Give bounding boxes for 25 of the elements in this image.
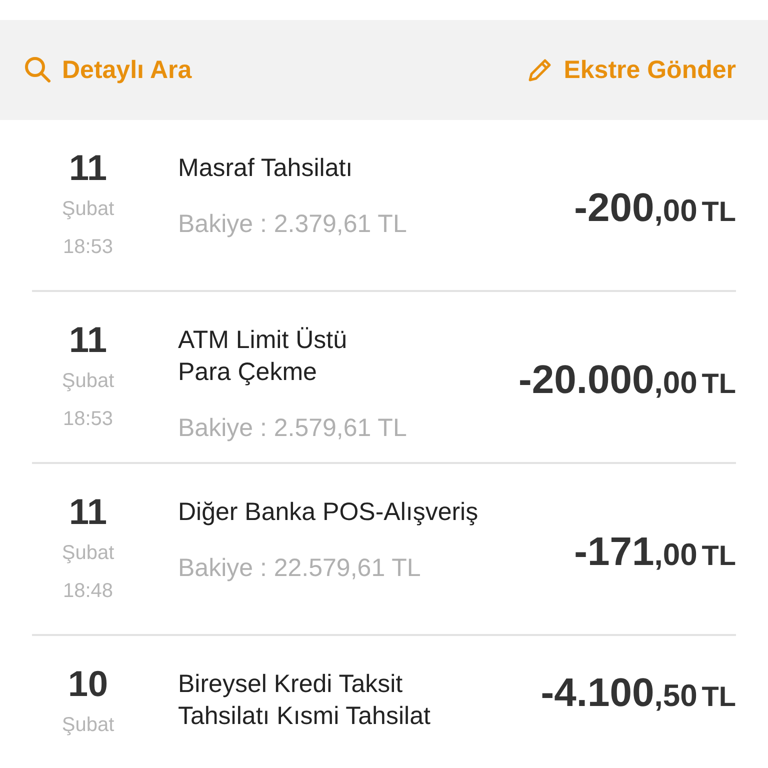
month: Şubat: [62, 541, 114, 566]
time: 18:53: [62, 235, 114, 260]
time: 18:53: [62, 407, 114, 432]
month: Şubat: [62, 369, 114, 394]
time: 18:48: [62, 579, 114, 604]
month: Şubat: [62, 197, 114, 222]
transaction-title: Diğer Banka POS-Alışveriş: [178, 497, 480, 528]
transaction-title: Bireysel Kredi Taksit Tahsilatı Kısmi Tahsilat: [178, 669, 432, 732]
amount: -200,00TL: [574, 186, 736, 230]
balance: Bakiye : 2.579,61 TL: [178, 413, 408, 444]
month: Şubat: [62, 713, 114, 738]
transaction-title: Masraf Tahsilatı: [178, 153, 354, 184]
day: 10: [68, 662, 108, 706]
balance: Bakiye : 22.579,61 TL: [178, 553, 422, 584]
amount: -4.100,50TL: [540, 670, 736, 716]
balance: Bakiye : 2.379,61 TL: [178, 209, 408, 240]
day: 11: [68, 146, 108, 190]
send-statement-link[interactable]: Ekstre Gönder: [526, 56, 736, 84]
search-icon: [24, 56, 52, 84]
amount: -171,00TL: [574, 530, 736, 574]
transaction-title: ATM Limit Üstü Para Çekme: [178, 325, 348, 388]
day: 11: [68, 318, 108, 362]
day: 11: [68, 490, 108, 534]
search-link[interactable]: Detaylı Ara: [24, 56, 192, 84]
amount: -20.000,00TL: [518, 358, 736, 402]
